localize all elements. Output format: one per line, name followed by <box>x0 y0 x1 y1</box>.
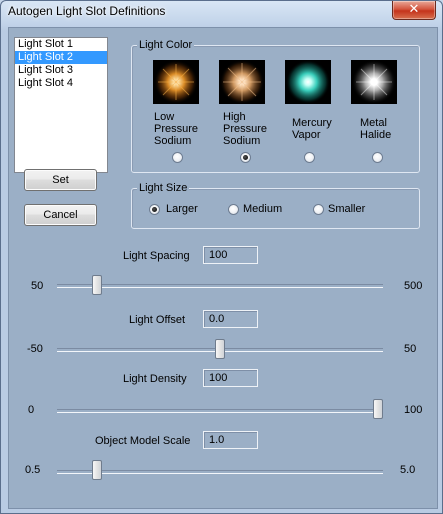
object-model-scale-track[interactable] <box>57 470 383 474</box>
list-item-light-slot-1[interactable]: Light Slot 1 <box>15 38 107 51</box>
light-offset-field[interactable]: 0.0 <box>203 310 258 328</box>
high-pressure-sodium-radio[interactable] <box>240 152 251 163</box>
mercury-vapor-radio[interactable] <box>304 152 315 163</box>
title-bar[interactable]: Autogen Light Slot Definitions ✕ <box>1 1 442 27</box>
radio-selected-dot <box>243 155 248 160</box>
list-item-light-slot-4[interactable]: Light Slot 4 <box>15 77 107 90</box>
size-larger-radio[interactable] <box>149 204 160 215</box>
dialog-body: Light Slot 1 Light Slot 2 Light Slot 3 L… <box>8 27 438 509</box>
metal-halide-glow-icon <box>351 60 397 104</box>
light-spacing-min: 50 <box>31 280 44 292</box>
light-offset-max: 50 <box>404 343 417 355</box>
object-model-scale-max: 5.0 <box>400 464 416 476</box>
light-density-track[interactable] <box>57 409 383 413</box>
list-item-light-slot-3[interactable]: Light Slot 3 <box>15 64 107 77</box>
object-model-scale-field[interactable]: 1.0 <box>203 431 258 449</box>
light-size-group: Light Size Larger Medium Smaller <box>131 181 420 229</box>
light-offset-min: -50 <box>27 343 43 355</box>
close-button[interactable]: ✕ <box>392 1 436 20</box>
mercury-vapor-label: Mercury Vapor <box>292 117 332 141</box>
light-color-group: Light Color Low Pressure Sodium High Pre… <box>131 38 420 173</box>
size-medium-radio[interactable] <box>228 204 239 215</box>
light-density-max: 100 <box>404 404 423 416</box>
object-model-scale-min: 0.5 <box>25 464 41 476</box>
light-density-label: Light Density <box>123 373 187 385</box>
size-smaller-label: Smaller <box>328 203 366 215</box>
mercury-vapor-glow-icon <box>285 60 331 104</box>
low-pressure-sodium-swatch <box>153 60 199 104</box>
light-size-title: Light Size <box>137 181 190 195</box>
high-pressure-sodium-glow-icon <box>219 60 265 104</box>
low-pressure-sodium-radio[interactable] <box>172 152 183 163</box>
radio-selected-dot <box>152 207 157 212</box>
light-offset-label: Light Offset <box>129 314 186 326</box>
light-density-thumb[interactable] <box>373 399 383 419</box>
low-pressure-sodium-label: Low Pressure Sodium <box>154 111 199 147</box>
size-medium-label: Medium <box>243 203 283 215</box>
size-larger-label: Larger <box>166 203 198 215</box>
light-spacing-max: 500 <box>404 280 423 292</box>
light-offset-thumb[interactable] <box>215 339 225 359</box>
close-icon: ✕ <box>408 2 420 17</box>
metal-halide-radio[interactable] <box>372 152 383 163</box>
light-spacing-field[interactable]: 100 <box>203 246 258 264</box>
size-smaller-radio[interactable] <box>313 204 324 215</box>
metal-halide-label: Metal Halide <box>360 117 392 141</box>
cancel-button[interactable]: Cancel <box>24 204 97 226</box>
light-density-field[interactable]: 100 <box>203 369 258 387</box>
metal-halide-swatch <box>351 60 397 104</box>
light-spacing-label: Light Spacing <box>123 250 190 262</box>
light-spacing-track[interactable] <box>57 284 383 288</box>
set-button[interactable]: Set <box>24 169 97 191</box>
high-pressure-sodium-label: High Pressure Sodium <box>223 111 268 147</box>
light-slot-list[interactable]: Light Slot 1 Light Slot 2 Light Slot 3 L… <box>14 37 108 173</box>
object-model-scale-thumb[interactable] <box>92 460 102 480</box>
dialog-window: Autogen Light Slot Definitions ✕ Light S… <box>0 0 443 514</box>
window-title: Autogen Light Slot Definitions <box>8 4 166 18</box>
light-density-min: 0 <box>28 404 35 416</box>
list-item-light-slot-2[interactable]: Light Slot 2 <box>15 51 107 64</box>
low-pressure-sodium-glow-icon <box>153 60 199 104</box>
light-color-title: Light Color <box>137 38 195 52</box>
high-pressure-sodium-swatch <box>219 60 265 104</box>
object-model-scale-label: Object Model Scale <box>95 435 191 447</box>
mercury-vapor-swatch <box>285 60 331 104</box>
light-spacing-thumb[interactable] <box>92 275 102 295</box>
